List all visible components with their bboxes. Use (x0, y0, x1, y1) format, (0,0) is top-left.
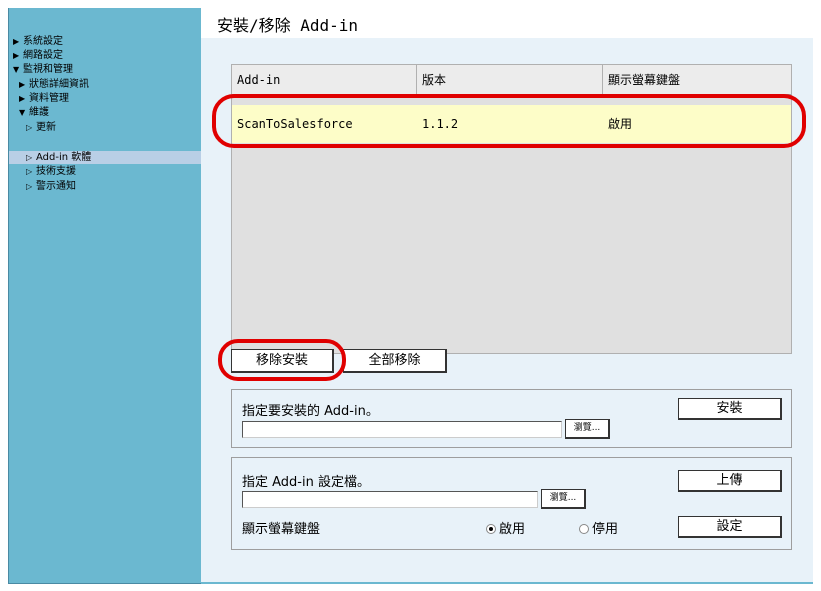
triangle-right-icon: ▶ (19, 94, 26, 103)
install-file-input[interactable] (242, 421, 562, 438)
sidebar-nav: ▶ 系統設定 ▶ 網路設定 ▼ 監視和管理 ▶ 狀態詳細資訊 ▶ 資料管理 ▼ 維護 ▷ 更新… (8, 8, 202, 584)
sidebar-item-label: 系統設定 (23, 36, 63, 47)
triangle-right-icon: ▶ (13, 51, 20, 60)
sidebar-item-label: 狀態詳細資訊 (29, 79, 89, 90)
install-label: 指定要安裝的 Add-in。 (242, 404, 379, 419)
install-panel: 指定要安裝的 Add-in。 瀏覽... 安裝 (231, 389, 792, 448)
enable-radio-label: 啟用 (499, 522, 526, 537)
table-row[interactable]: ScanToSalesforce 1.1.2 啟用 (232, 105, 791, 143)
set-button[interactable]: 設定 (678, 516, 782, 538)
sidebar-item-network-settings[interactable]: ▶ 網路設定 (9, 49, 202, 62)
sidebar-item-monitoring[interactable]: ▼ 監視和管理 (9, 63, 202, 76)
triangle-right-icon: ▶ (13, 37, 20, 46)
bottom-border (201, 582, 813, 584)
settings-browse-button[interactable]: 瀏覽... (541, 489, 586, 509)
sidebar-item-maintenance[interactable]: ▼ 維護 (9, 106, 202, 119)
page-title-bar: 安裝/移除 Add-in (201, 8, 813, 38)
sidebar-item-addin-software[interactable]: ▷ Add-in 軟體 (9, 151, 202, 164)
sidebar-item-label: 網路設定 (23, 50, 63, 61)
settings-panel: 指定 Add-in 設定檔。 瀏覽... 上傳 顯示螢幕鍵盤 啟用 停用 設定 (231, 457, 792, 550)
sidebar-item-label: 監視和管理 (23, 64, 73, 75)
sidebar-item-tech-support[interactable]: ▷ 技術支援 (9, 165, 202, 178)
sidebar-item-label: 維護 (29, 107, 49, 118)
radio-unselected-icon (579, 523, 589, 534)
sidebar-item-data-management[interactable]: ▶ 資料管理 (9, 92, 202, 105)
triangle-down-icon: ▼ (19, 108, 26, 117)
keyboard-label: 顯示螢幕鍵盤 (242, 522, 321, 537)
disable-radio[interactable]: 停用 (579, 518, 618, 537)
main-content: 安裝/移除 Add-in Add-in 版本 顯示螢幕鍵盤 ScanToSale… (201, 8, 813, 584)
install-browse-button[interactable]: 瀏覽... (565, 419, 610, 439)
column-header-version[interactable]: 版本 (417, 65, 603, 95)
sidebar-item-label: 更新 (36, 122, 56, 133)
sidebar-item-update[interactable]: ▷ 更新 (9, 121, 202, 134)
column-header-addin[interactable]: Add-in (232, 65, 417, 95)
triangle-down-icon: ▼ (13, 65, 20, 74)
row-version: 1.1.2 (422, 117, 459, 131)
triangle-outline-icon: ▷ (26, 167, 33, 176)
sidebar-item-label: 資料管理 (29, 93, 69, 104)
row-addin-name: ScanToSalesforce (237, 117, 353, 131)
sidebar-item-label: 警示通知 (36, 181, 76, 192)
sidebar-item-system-settings[interactable]: ▶ 系統設定 (9, 35, 202, 48)
column-header-keyboard[interactable]: 顯示螢幕鍵盤 (603, 65, 791, 95)
install-button[interactable]: 安裝 (678, 398, 782, 420)
enable-radio[interactable]: 啟用 (486, 518, 525, 537)
sidebar-item-alert-notification[interactable]: ▷ 警示通知 (9, 180, 202, 193)
remove-button[interactable]: 移除安裝 (231, 349, 334, 373)
row-keyboard-status: 啟用 (608, 117, 633, 131)
triangle-outline-icon: ▷ (26, 153, 33, 162)
upload-button[interactable]: 上傳 (678, 470, 782, 492)
settings-file-input[interactable] (242, 491, 538, 508)
triangle-outline-icon: ▷ (26, 182, 33, 191)
list-header: Add-in 版本 顯示螢幕鍵盤 (232, 65, 791, 95)
page-title: 安裝/移除 Add-in (217, 16, 359, 35)
settings-label: 指定 Add-in 設定檔。 (242, 475, 370, 490)
sidebar-item-label: Add-in 軟體 (36, 152, 92, 163)
triangle-right-icon: ▶ (19, 80, 26, 89)
triangle-outline-icon: ▷ (26, 123, 33, 132)
radio-selected-icon (486, 523, 496, 534)
remove-all-button[interactable]: 全部移除 (343, 349, 447, 373)
addin-list: Add-in 版本 顯示螢幕鍵盤 ScanToSalesforce 1.1.2 … (231, 64, 792, 354)
sidebar-item-status-details[interactable]: ▶ 狀態詳細資訊 (9, 78, 202, 91)
disable-radio-label: 停用 (592, 522, 619, 537)
sidebar-item-label: 技術支援 (36, 166, 76, 177)
